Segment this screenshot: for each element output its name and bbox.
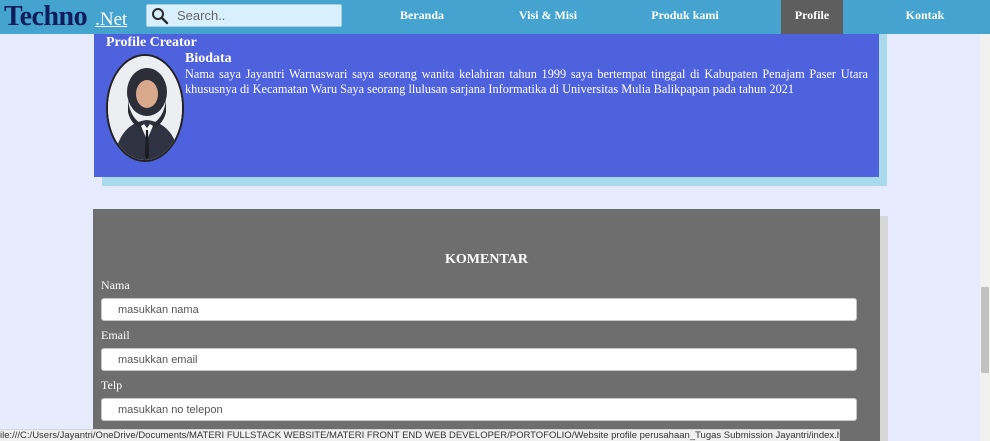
phone-label: Telp <box>101 378 123 392</box>
email-label: Email <box>101 328 130 342</box>
profile-title: Profile Creator <box>106 35 197 50</box>
name-input[interactable] <box>101 298 857 321</box>
search-input[interactable] <box>177 6 337 25</box>
logo-main-text: Techno <box>4 1 88 32</box>
avatar-portrait <box>108 56 182 160</box>
page-scrollbar-thumb[interactable] <box>981 287 989 373</box>
site-logo[interactable]: Techno .Net <box>4 0 127 34</box>
nav-produk-kami[interactable]: Produk kami <box>635 0 735 34</box>
avatar <box>106 54 184 162</box>
search-icon[interactable] <box>151 7 169 25</box>
phone-input[interactable] <box>101 398 857 421</box>
search-box[interactable] <box>146 4 342 27</box>
top-navbar: Techno .Net Beranda Visi & Misi Produk ka… <box>0 0 990 34</box>
logo-sub-link[interactable]: .Net <box>95 9 127 30</box>
browser-status-url: ile:///C:/Users/Jayantri/OneDrive/Docume… <box>0 429 840 441</box>
comment-section: KOMENTAR Nama Email Telp <box>93 209 880 441</box>
page-scrollbar-track[interactable] <box>980 34 990 441</box>
nav-kontak[interactable]: Kontak <box>885 0 965 34</box>
profile-card: Profile Creator Biodata Nama saya Jayant… <box>94 34 879 177</box>
nav-beranda[interactable]: Beranda <box>378 0 466 34</box>
nav-visi-misi[interactable]: Visi & Misi <box>500 0 596 34</box>
name-label: Nama <box>101 278 130 292</box>
comment-title: KOMENTAR <box>445 252 528 267</box>
biodata-text: Nama saya Jayantri Warnaswari saya seora… <box>185 67 868 96</box>
email-input[interactable] <box>101 348 857 371</box>
nav-profile[interactable]: Profile <box>781 0 843 34</box>
biodata-title: Biodata <box>185 51 232 66</box>
